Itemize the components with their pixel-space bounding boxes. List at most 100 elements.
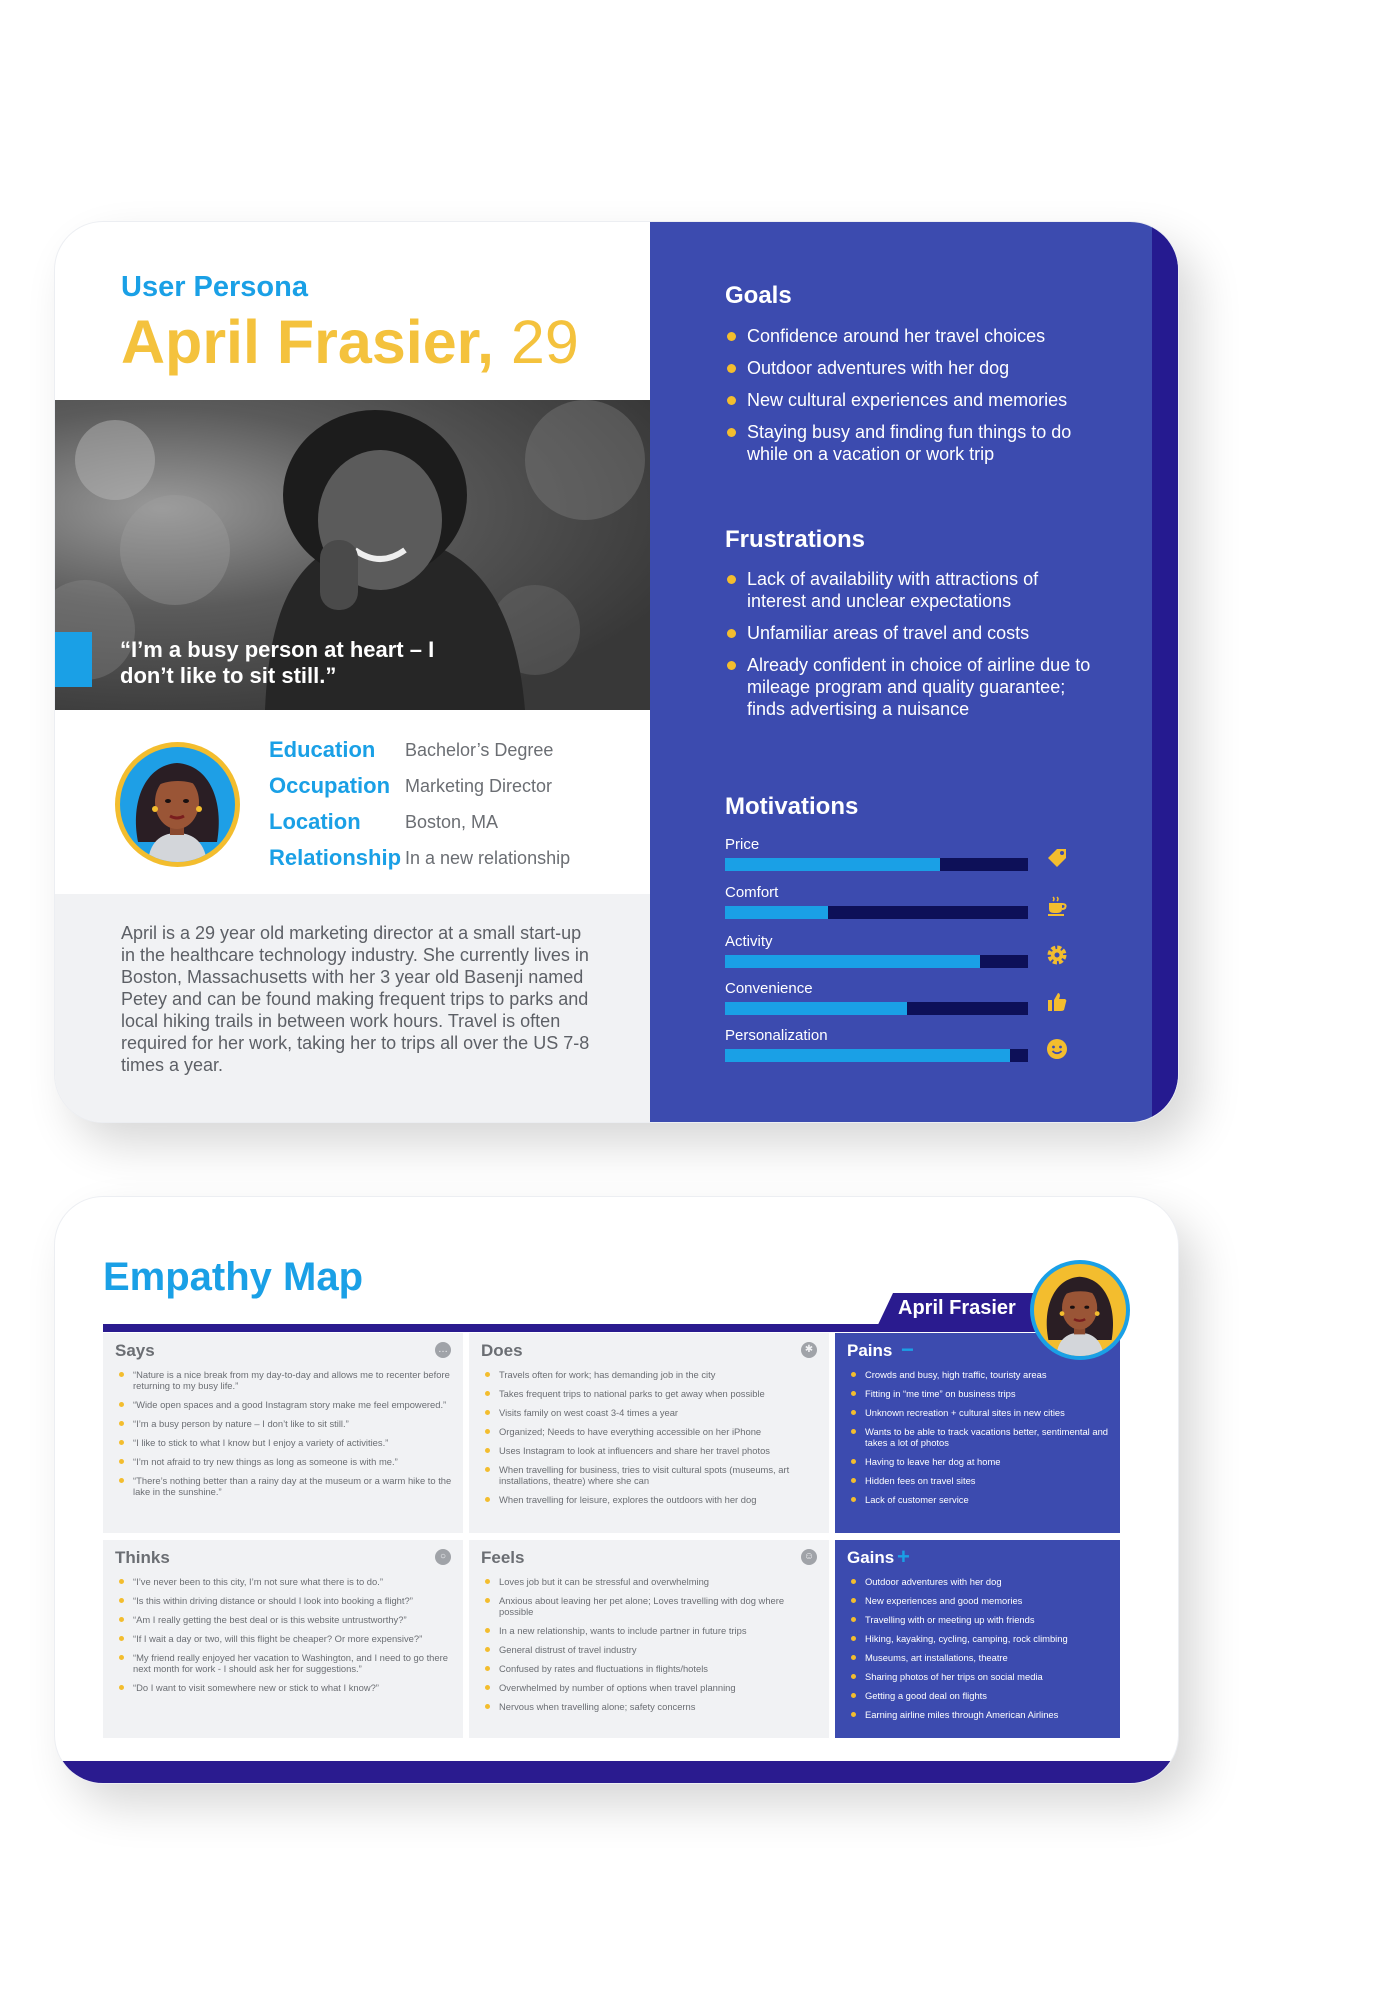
list-item: Nervous when travelling alone; safety co… bbox=[483, 1701, 821, 1712]
price-tag-icon bbox=[1043, 846, 1071, 874]
list-item: Wants to be able to track vacations bett… bbox=[849, 1426, 1112, 1448]
list-item: Lack of availability with attractions of… bbox=[725, 568, 1095, 612]
list-item: “I’ve never been to this city, I’m not s… bbox=[117, 1576, 455, 1587]
avatar-illustration bbox=[135, 763, 219, 862]
motivation-fill bbox=[725, 955, 980, 968]
quadrant-title: Gains bbox=[847, 1548, 895, 1567]
list-item: Outdoor adventures with her dog bbox=[849, 1576, 1112, 1587]
persona-left-panel: User Persona April Frasier, 29 “I’m a bu… bbox=[55, 222, 650, 1122]
list-item: Unfamiliar areas of travel and costs bbox=[725, 622, 1095, 644]
motivation-comfort: Comfort bbox=[725, 884, 1067, 919]
fact-value: Bachelor’s Degree bbox=[405, 739, 554, 760]
feels-list: Loves job but it can be stressful and ov… bbox=[483, 1576, 821, 1720]
list-item: Takes frequent trips to national parks t… bbox=[483, 1388, 821, 1399]
empathy-map-title: Empathy Map bbox=[103, 1255, 364, 1299]
quadrant-title: Does bbox=[481, 1341, 523, 1360]
thought-bubble-icon: ○ bbox=[435, 1549, 451, 1565]
motivation-fill bbox=[725, 858, 941, 871]
list-item: Hiking, kayaking, cycling, camping, rock… bbox=[849, 1633, 1112, 1644]
motivation-bar bbox=[725, 955, 1028, 968]
header-rule bbox=[103, 1324, 1109, 1332]
motivation-label: Personalization bbox=[725, 1027, 828, 1044]
persona-age: 29 bbox=[493, 308, 579, 376]
list-item: Travelling with or meeting up with frien… bbox=[849, 1614, 1112, 1625]
list-item: “Do I want to visit somewhere new or sti… bbox=[117, 1682, 455, 1693]
quadrant-title: Feels bbox=[481, 1548, 525, 1567]
motivation-fill bbox=[725, 906, 829, 919]
panel-edge-stripe bbox=[1152, 222, 1178, 1122]
list-item: Confidence around her travel choices bbox=[725, 325, 1095, 347]
says-list: “Nature is a nice break from my day-to-d… bbox=[117, 1369, 455, 1505]
list-item: New cultural experiences and memories bbox=[725, 389, 1095, 411]
list-item: “There’s nothing better than a rainy day… bbox=[117, 1475, 455, 1497]
fact-label: Occupation bbox=[269, 773, 391, 798]
motivation-label: Comfort bbox=[725, 884, 779, 901]
list-item: Visits family on west coast 3-4 times a … bbox=[483, 1407, 821, 1418]
goals-title: Goals bbox=[725, 282, 792, 309]
fact-occupation: Occupation Marketing Director bbox=[269, 768, 570, 804]
motivation-label: Convenience bbox=[725, 980, 813, 997]
thinks-quadrant: Thinks ○ “I’ve never been to this city, … bbox=[103, 1540, 463, 1738]
list-item: Already confident in choice of airline d… bbox=[725, 654, 1095, 720]
fact-value: Marketing Director bbox=[405, 775, 553, 796]
does-quadrant: Does ✱ Travels often for work; has deman… bbox=[469, 1333, 829, 1533]
list-item: Unknown recreation + cultural sites in n… bbox=[849, 1407, 1112, 1418]
list-item: “My friend really enjoyed her vacation t… bbox=[117, 1652, 455, 1674]
list-item: Hidden fees on travel sites bbox=[849, 1475, 1112, 1486]
motivation-bar bbox=[725, 1049, 1028, 1062]
footer-bar bbox=[55, 1761, 1178, 1783]
list-item: Overwhelmed by number of options when tr… bbox=[483, 1682, 821, 1693]
quadrant-title: Thinks bbox=[115, 1548, 170, 1567]
list-item: Travels often for work; has demanding jo… bbox=[483, 1369, 821, 1380]
does-list: Travels often for work; has demanding jo… bbox=[483, 1369, 821, 1513]
list-item: When travelling for leisure, explores th… bbox=[483, 1494, 821, 1505]
persona-facts: Education Bachelor’s Degree Occupation M… bbox=[269, 732, 570, 876]
gains-list: Outdoor adventures with her dog New expe… bbox=[849, 1576, 1112, 1728]
list-item: When travelling for business, tries to v… bbox=[483, 1464, 821, 1486]
fact-label: Location bbox=[269, 809, 361, 834]
pains-list: Crowds and busy, high traffic, touristy … bbox=[849, 1369, 1112, 1513]
motivation-label: Price bbox=[725, 836, 760, 853]
pains-quadrant: Pains − Crowds and busy, high traffic, t… bbox=[835, 1333, 1120, 1533]
motivation-label: Activity bbox=[725, 933, 773, 950]
list-item: Getting a good deal on flights bbox=[849, 1690, 1112, 1701]
list-item: “Nature is a nice break from my day-to-d… bbox=[117, 1369, 455, 1391]
feels-quadrant: Feels ☺ Loves job but it can be stressfu… bbox=[469, 1540, 829, 1738]
coffee-cup-icon bbox=[1043, 894, 1071, 922]
plus-icon: + bbox=[897, 1544, 910, 1569]
motivation-fill bbox=[725, 1002, 907, 1015]
speech-bubble-icon: … bbox=[435, 1342, 451, 1358]
list-item: “I’m a busy person by nature – I don’t l… bbox=[117, 1418, 455, 1429]
list-item: Crowds and busy, high traffic, touristy … bbox=[849, 1369, 1112, 1380]
list-item: “I like to stick to what I know but I en… bbox=[117, 1437, 455, 1448]
list-item: Earning airline miles through American A… bbox=[849, 1709, 1112, 1720]
motivation-personalization: Personalization bbox=[725, 1027, 1067, 1062]
list-item: “I’m not afraid to try new things as lon… bbox=[117, 1456, 455, 1467]
list-item: Loves job but it can be stressful and ov… bbox=[483, 1576, 821, 1587]
thumbs-up-icon bbox=[1043, 990, 1071, 1018]
smiley-icon: ☺ bbox=[801, 1549, 817, 1565]
quote-accent-bar bbox=[55, 632, 92, 687]
persona-photo: “I’m a busy person at heart – I don’t li… bbox=[55, 400, 650, 710]
quadrant-title: Says bbox=[115, 1341, 155, 1360]
list-item: “Is this within driving distance or shou… bbox=[117, 1595, 455, 1606]
motivation-fill bbox=[725, 1049, 1010, 1062]
list-item: Organized; Needs to have everything acce… bbox=[483, 1426, 821, 1437]
motivation-activity: Activity bbox=[725, 933, 1067, 968]
list-item: Anxious about leaving her pet alone; Lov… bbox=[483, 1595, 821, 1617]
persona-right-panel: Goals Confidence around her travel choic… bbox=[650, 222, 1178, 1122]
list-item: Sharing photos of her trips on social me… bbox=[849, 1671, 1112, 1682]
list-item: “Wide open spaces and a good Instagram s… bbox=[117, 1399, 455, 1410]
list-item: Confused by rates and fluctuations in fl… bbox=[483, 1663, 821, 1674]
frustrations-list: Lack of availability with attractions of… bbox=[725, 568, 1095, 730]
list-item: Uses Instagram to look at influencers an… bbox=[483, 1445, 821, 1456]
fact-value: In a new relationship bbox=[405, 847, 571, 868]
list-item: Museums, art installations, theatre bbox=[849, 1652, 1112, 1663]
motivation-bar bbox=[725, 858, 1028, 871]
fact-location: Location Boston, MA bbox=[269, 804, 570, 840]
gear-icon: ✱ bbox=[801, 1342, 817, 1358]
list-item: New experiences and good memories bbox=[849, 1595, 1112, 1606]
list-item: General distrust of travel industry bbox=[483, 1644, 821, 1655]
list-item: Staying busy and finding fun things to d… bbox=[725, 421, 1095, 465]
list-item: Outdoor adventures with her dog bbox=[725, 357, 1095, 379]
